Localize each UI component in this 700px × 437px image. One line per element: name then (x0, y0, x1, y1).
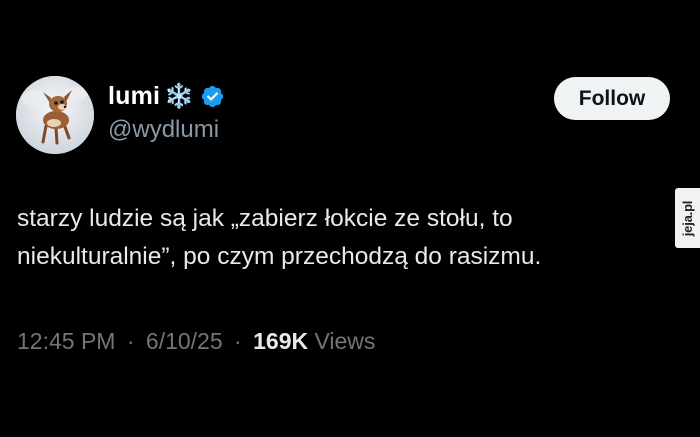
verified-badge-icon[interactable] (200, 84, 225, 109)
tweet-text-line: niekulturalnie”, po czym przechodzą do r… (17, 243, 542, 270)
meta-separator: · (234, 328, 242, 354)
meta-separator: · (126, 328, 135, 354)
views-label: Views (314, 328, 376, 354)
tweet-text-line: starzy ludzie są jak „zabierz łokcie ze … (17, 205, 513, 232)
author-display-name[interactable]: lumi (108, 82, 160, 111)
watermark-text: jeja.pl (680, 200, 696, 236)
author-handle[interactable]: @wydlumi (108, 116, 219, 144)
tweet-time[interactable]: 12:45 PM (17, 328, 115, 354)
snowflake-emoji-icon: ❄️ (164, 82, 195, 110)
tweet-text: starzy ludzie są jak „zabierz łokcie ze … (17, 200, 697, 276)
tweet-metadata: 12:45 PM · 6/10/25 · 169K Views (17, 328, 375, 355)
follow-button[interactable]: Follow (554, 77, 670, 120)
watermark-logo: jeja.pl (675, 188, 700, 248)
author-name-row: lumi ❄️ (108, 82, 225, 111)
views-count[interactable]: 169K (253, 328, 308, 354)
avatar[interactable] (16, 76, 94, 154)
tweet-card: lumi ❄️ @wydlumi Follow starzy ludzie są… (0, 0, 700, 437)
deer-fawn-avatar-icon (16, 76, 94, 154)
tweet-date[interactable]: 6/10/25 (146, 328, 223, 354)
